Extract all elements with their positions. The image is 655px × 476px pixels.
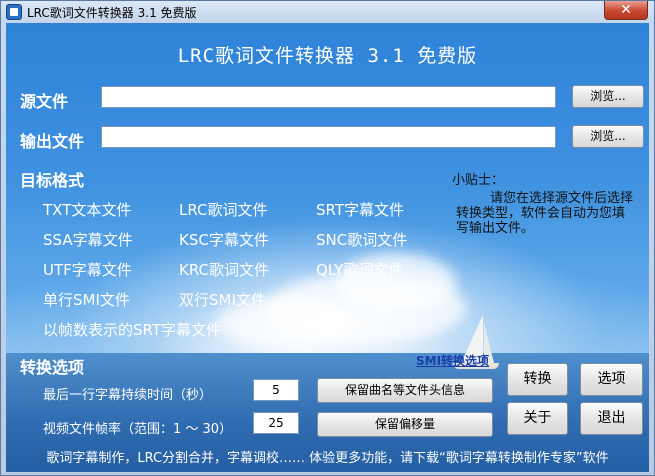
output-file-label: 输出文件 xyxy=(20,132,85,151)
tip-title: 小贴士： xyxy=(452,173,505,188)
format-srt[interactable]: SRT字幕文件 xyxy=(316,199,404,220)
app-icon xyxy=(6,4,22,20)
convert-button[interactable]: 转换 xyxy=(507,363,568,396)
main-panel: LRC歌词文件转换器 3.1 免费版 源文件 浏览... 输出文件 浏览... … xyxy=(6,23,649,472)
exit-button[interactable]: 退出 xyxy=(580,402,643,435)
footer-promo[interactable]: 歌词字幕制作，LRC分割合并，字幕调校…… 体验更多功能，请下载“歌词字幕转换制… xyxy=(6,447,649,466)
output-browse-button[interactable]: 浏览... xyxy=(572,125,644,148)
keep-header-button[interactable]: 保留曲名等文件头信息 xyxy=(317,378,493,403)
format-snc[interactable]: SNC歌词文件 xyxy=(316,229,407,250)
target-format-label: 目标格式 xyxy=(20,171,85,190)
source-file-input[interactable] xyxy=(101,86,556,108)
close-button[interactable]: ✕ xyxy=(604,1,648,20)
close-icon: ✕ xyxy=(620,2,632,18)
framerate-input[interactable]: 25 xyxy=(253,412,299,434)
format-utf[interactable]: UTF字幕文件 xyxy=(43,259,132,280)
last-line-duration-label: 最后一行字幕持续时间（秒） xyxy=(43,388,213,403)
framerate-label: 视频文件帧率（范围：1 ～ 30） xyxy=(43,422,233,437)
window-title: LRC歌词文件转换器 3.1 免费版 xyxy=(27,6,197,20)
format-qly[interactable]: QLY歌词文件 xyxy=(316,259,403,280)
smi-options-link[interactable]: SMI转换选项 xyxy=(416,352,489,369)
format-lrc[interactable]: LRC歌词文件 xyxy=(179,199,268,220)
options-button[interactable]: 选项 xyxy=(580,363,643,396)
keep-offset-button[interactable]: 保留偏移量 xyxy=(317,412,493,437)
title-bar[interactable]: LRC歌词文件转换器 3.1 免费版 ✕ xyxy=(1,1,654,23)
conversion-options-label: 转换选项 xyxy=(20,358,85,377)
tip-text: 请您在选择源文件后选择转换类型，软件会自动为您填写输出文件。 xyxy=(456,191,634,236)
format-smi-double[interactable]: 双行SMI文件 xyxy=(179,289,266,310)
output-file-input[interactable] xyxy=(101,126,556,148)
about-button[interactable]: 关于 xyxy=(507,402,568,435)
app-window: LRC歌词文件转换器 3.1 免费版 ✕ LRC歌词文件转换器 3.1 免费版 … xyxy=(0,0,655,476)
source-file-label: 源文件 xyxy=(20,92,69,111)
format-krc[interactable]: KRC歌词文件 xyxy=(179,259,269,280)
format-ssa[interactable]: SSA字幕文件 xyxy=(43,229,133,250)
app-heading: LRC歌词文件转换器 3.1 免费版 xyxy=(177,45,478,67)
format-ksc[interactable]: KSC字幕文件 xyxy=(179,229,269,250)
format-srt-frames[interactable]: 以帧数表示的SRT字幕文件 xyxy=(43,319,221,340)
last-line-duration-input[interactable]: 5 xyxy=(253,379,299,401)
format-smi-single[interactable]: 单行SMI文件 xyxy=(43,289,130,310)
format-txt[interactable]: TXT文本文件 xyxy=(43,199,131,220)
source-browse-button[interactable]: 浏览... xyxy=(572,85,644,108)
